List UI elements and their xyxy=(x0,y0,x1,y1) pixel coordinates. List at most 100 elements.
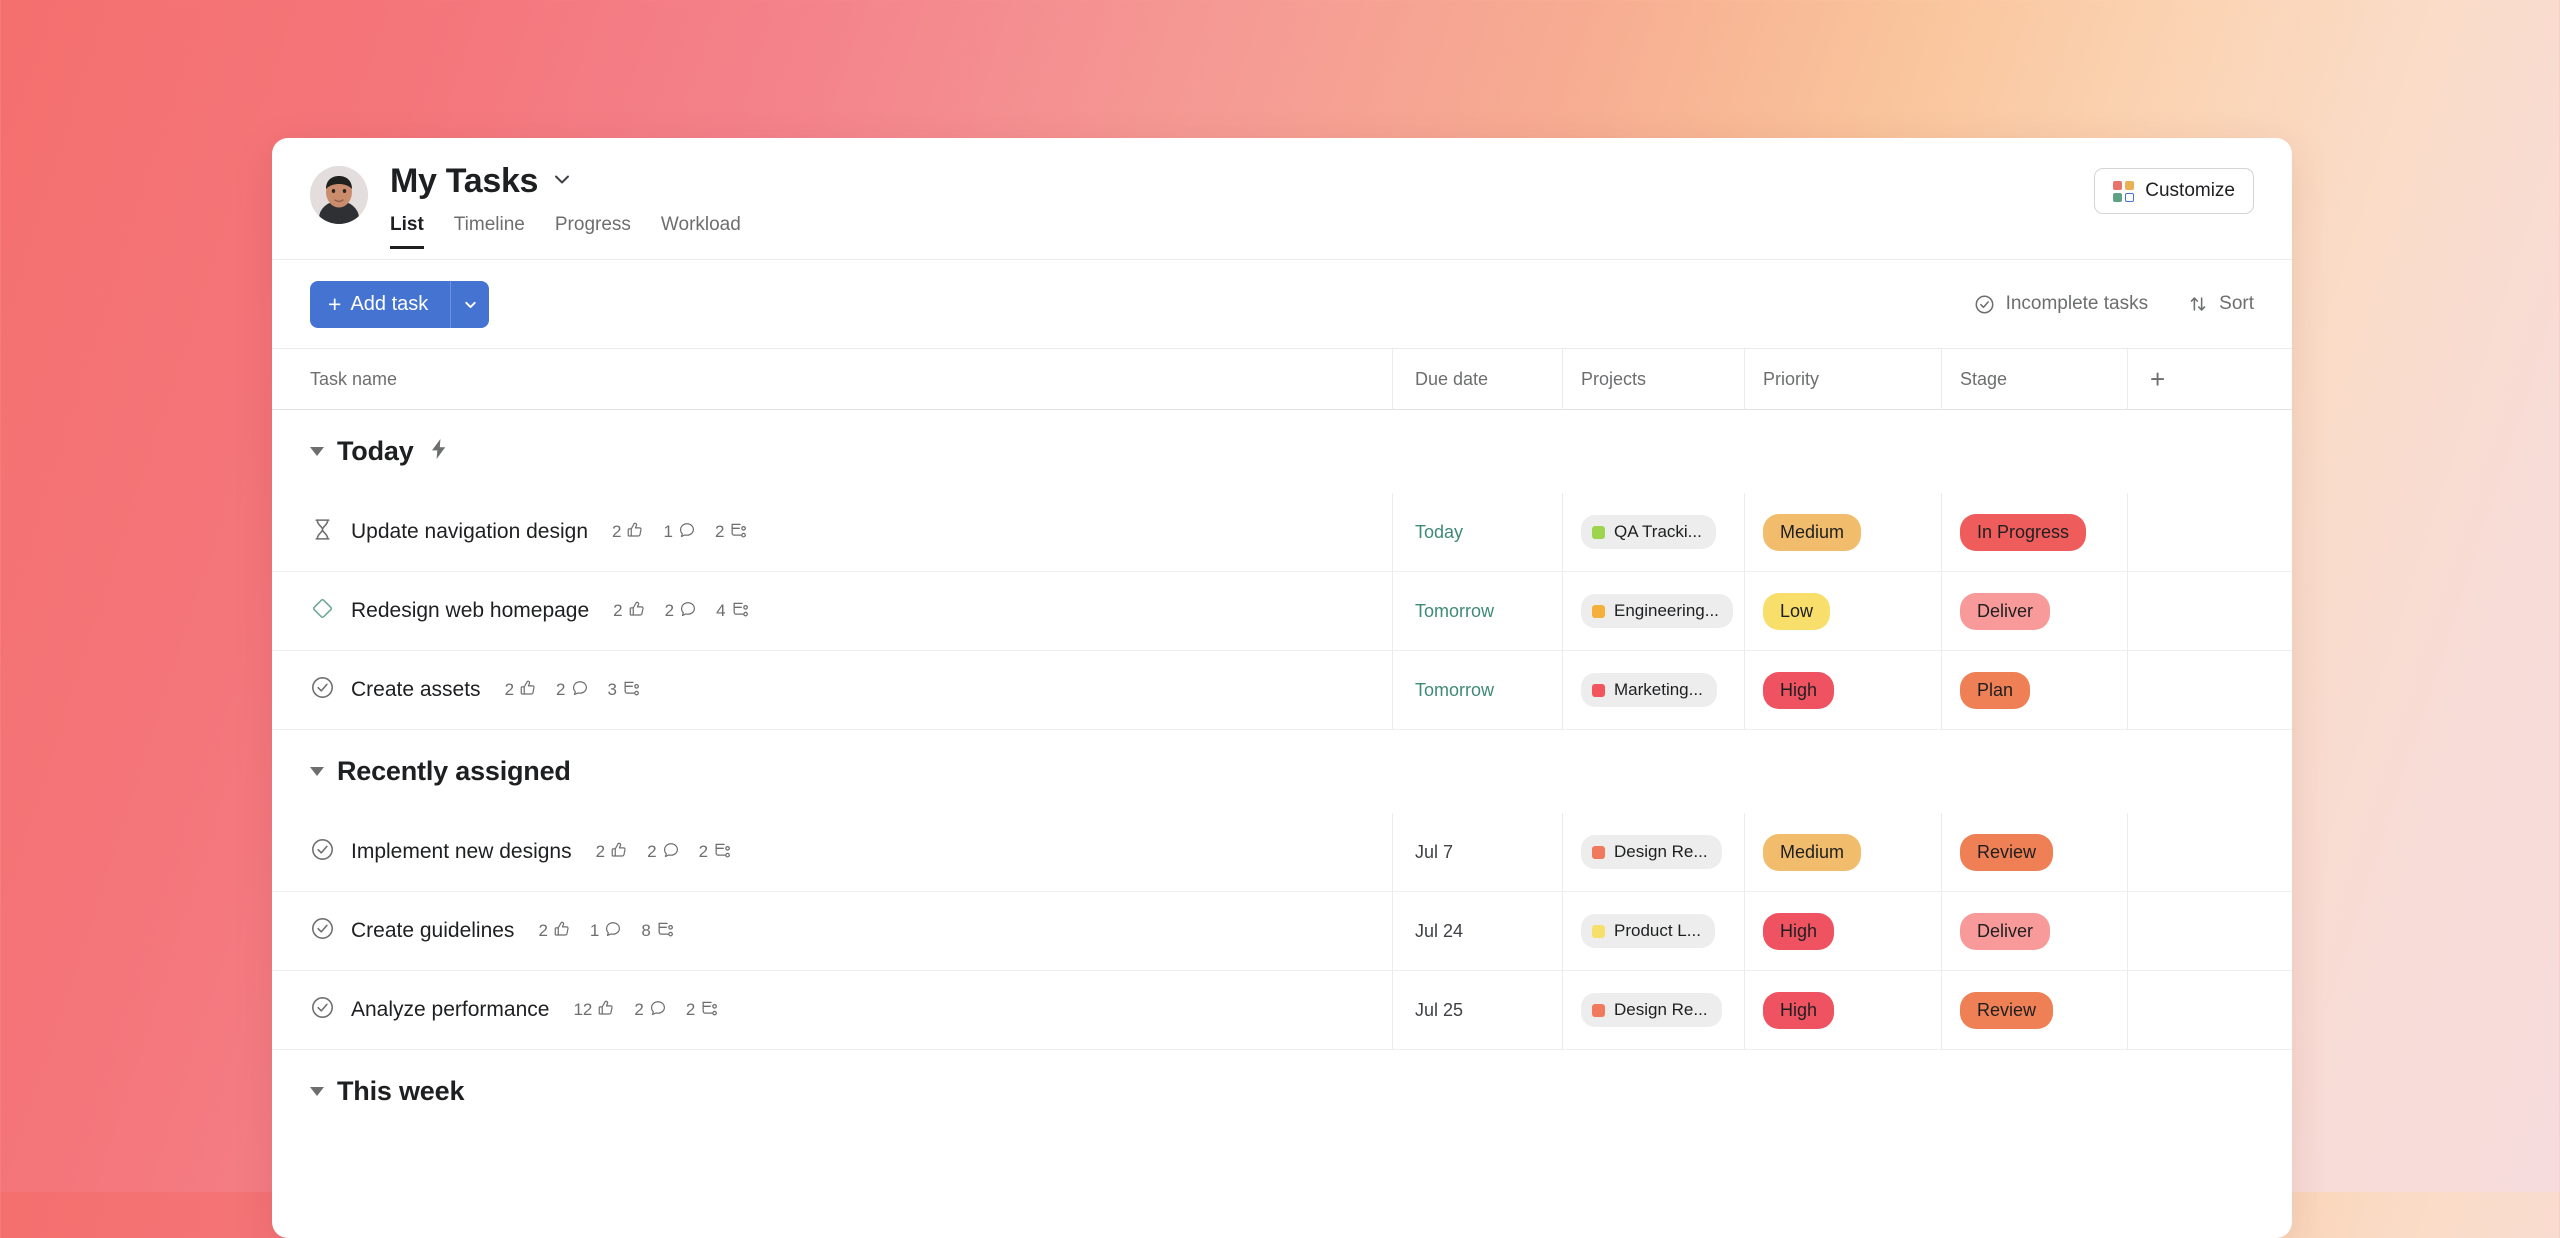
add-task-main[interactable]: + Add task xyxy=(310,280,452,328)
subtask-icon xyxy=(622,678,641,702)
like-count[interactable]: 2 xyxy=(505,679,537,702)
subtask-count[interactable]: 2 xyxy=(699,840,732,864)
comment-icon xyxy=(678,521,696,544)
chevron-down-icon xyxy=(465,301,476,308)
tab-progress[interactable]: Progress xyxy=(555,215,631,249)
project-pill[interactable]: QA Tracki... xyxy=(1581,515,1716,549)
stage-badge[interactable]: Review xyxy=(1960,991,2054,1029)
sort-icon xyxy=(2190,297,2206,311)
column-header-task-name[interactable]: Task name xyxy=(310,369,397,389)
section-title: Today xyxy=(337,436,414,466)
due-date[interactable]: Tomorrow xyxy=(1415,601,1494,622)
avatar[interactable] xyxy=(310,166,368,224)
due-date[interactable]: Today xyxy=(1415,522,1463,543)
priority-badge[interactable]: Medium xyxy=(1763,513,1862,551)
comment-count[interactable]: 1 xyxy=(663,521,695,544)
tab-workload[interactable]: Workload xyxy=(661,215,741,249)
comment-count[interactable]: 2 xyxy=(556,679,588,702)
like-count[interactable]: 2 xyxy=(612,521,644,544)
thumbs-up-icon xyxy=(519,679,537,702)
task-status-check-icon[interactable] xyxy=(310,837,335,867)
customize-label: Customize xyxy=(2145,180,2235,201)
column-header-stage[interactable]: Stage xyxy=(1960,369,2007,390)
due-date[interactable]: Jul 24 xyxy=(1415,921,1463,942)
add-column-button[interactable]: + xyxy=(2150,366,2165,392)
column-header-due-date[interactable]: Due date xyxy=(1415,369,1488,390)
due-date[interactable]: Jul 7 xyxy=(1415,842,1453,863)
task-status-hourglass-icon[interactable] xyxy=(310,517,335,547)
subtask-count[interactable]: 4 xyxy=(716,599,749,623)
due-date[interactable]: Jul 25 xyxy=(1415,1000,1463,1021)
project-pill[interactable]: Design Re... xyxy=(1581,835,1722,869)
column-header-priority[interactable]: Priority xyxy=(1763,369,1819,390)
priority-badge[interactable]: High xyxy=(1763,671,1835,709)
stage-badge[interactable]: In Progress xyxy=(1960,513,2087,551)
like-count[interactable]: 12 xyxy=(573,999,615,1022)
task-status-check-icon[interactable] xyxy=(310,916,335,946)
comment-count[interactable]: 2 xyxy=(634,999,666,1022)
due-date[interactable]: Tomorrow xyxy=(1415,680,1494,701)
table-row[interactable]: Implement new designs 2 2 2 Jul 7 Design Re..… xyxy=(272,813,2292,892)
my-tasks-card: My Tasks List Timeline Progress Workload xyxy=(272,138,2292,1238)
sort-button[interactable]: Sort xyxy=(2188,293,2254,315)
section-collapse-toggle[interactable] xyxy=(310,447,324,456)
section-collapse-toggle[interactable] xyxy=(310,767,324,776)
subtask-count[interactable]: 8 xyxy=(641,919,674,943)
section-header: Today xyxy=(272,410,2292,493)
card-header: My Tasks List Timeline Progress Workload xyxy=(272,138,2292,260)
thumbs-up-icon xyxy=(553,920,571,943)
column-header-projects[interactable]: Projects xyxy=(1581,369,1646,390)
section-title: This week xyxy=(337,1076,465,1106)
project-color-dot xyxy=(1592,683,1605,697)
like-count[interactable]: 2 xyxy=(613,600,645,623)
project-pill[interactable]: Engineering... xyxy=(1581,594,1733,628)
task-name: Implement new designs xyxy=(351,840,572,863)
subtask-icon xyxy=(729,520,748,544)
like-count[interactable]: 2 xyxy=(538,920,570,943)
task-status-check-icon[interactable] xyxy=(310,995,335,1025)
subtask-count[interactable]: 2 xyxy=(715,520,748,544)
table-row[interactable]: Create guidelines 2 1 8 Jul 24 Product L... Hi… xyxy=(272,892,2292,971)
stage-badge[interactable]: Review xyxy=(1960,833,2054,871)
page-title: My Tasks xyxy=(390,162,539,200)
chevron-down-icon[interactable] xyxy=(551,168,573,195)
table-row[interactable]: Analyze performance 12 2 2 Jul 25 Design Re..… xyxy=(272,971,2292,1050)
comment-count[interactable]: 2 xyxy=(647,841,679,864)
tab-list[interactable]: List xyxy=(390,215,424,249)
lightning-icon xyxy=(427,437,451,466)
section-header: This week xyxy=(272,1050,2292,1133)
tab-timeline[interactable]: Timeline xyxy=(454,215,525,249)
customize-button[interactable]: Customize xyxy=(2094,168,2254,214)
stage-badge[interactable]: Deliver xyxy=(1960,912,2051,950)
table-row[interactable]: Update navigation design 2 1 2 Today QA Track… xyxy=(272,493,2292,572)
priority-badge[interactable]: High xyxy=(1763,912,1835,950)
priority-badge[interactable]: High xyxy=(1763,991,1835,1029)
section-collapse-toggle[interactable] xyxy=(310,1087,324,1096)
project-pill[interactable]: Design Re... xyxy=(1581,993,1722,1027)
like-count[interactable]: 2 xyxy=(596,841,628,864)
comment-count[interactable]: 2 xyxy=(665,600,697,623)
subtask-count[interactable]: 3 xyxy=(608,678,641,702)
table-header-row: Task name Due date Projects Priority Sta… xyxy=(272,348,2292,410)
task-status-diamond-icon[interactable] xyxy=(310,596,335,626)
subtask-count[interactable]: 2 xyxy=(686,998,719,1022)
add-task-button[interactable]: + Add task xyxy=(310,280,490,328)
table-row[interactable]: Create assets 2 2 3 Tomorrow Marketing... High… xyxy=(272,651,2292,730)
project-name: Design Re... xyxy=(1614,1000,1708,1019)
task-status-check-icon[interactable] xyxy=(310,675,335,705)
project-color-dot xyxy=(1592,924,1605,938)
priority-badge[interactable]: Medium xyxy=(1763,833,1862,871)
stage-badge[interactable]: Plan xyxy=(1960,671,2031,709)
comment-icon xyxy=(679,600,697,623)
project-color-dot xyxy=(1592,525,1605,539)
table-row[interactable]: Redesign web homepage 2 2 4 Tomorrow Engineer… xyxy=(272,572,2292,651)
project-pill[interactable]: Marketing... xyxy=(1581,673,1717,707)
comment-count[interactable]: 1 xyxy=(590,920,622,943)
task-name: Create guidelines xyxy=(351,919,515,942)
project-pill[interactable]: Product L... xyxy=(1581,914,1715,948)
stage-badge[interactable]: Deliver xyxy=(1960,592,2051,630)
check-circle-icon xyxy=(1975,295,1994,313)
priority-badge[interactable]: Low xyxy=(1763,592,1831,630)
add-task-dropdown[interactable] xyxy=(451,280,490,328)
incomplete-tasks-filter[interactable]: Incomplete tasks xyxy=(1974,293,2148,315)
